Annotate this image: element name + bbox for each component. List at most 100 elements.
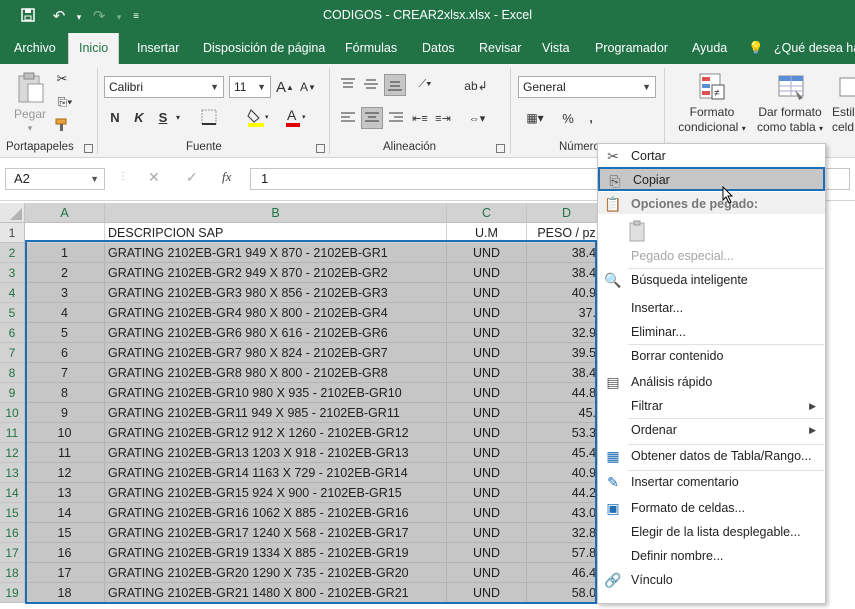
- cell-d[interactable]: 38.49: [527, 263, 607, 283]
- cell-a[interactable]: 12: [25, 463, 105, 483]
- row-header[interactable]: 17: [0, 543, 25, 563]
- percent-icon[interactable]: %: [558, 108, 578, 128]
- row-header[interactable]: 7: [0, 343, 25, 363]
- cell-a[interactable]: 18: [25, 583, 105, 603]
- tab-datos[interactable]: Datos: [412, 33, 465, 64]
- cell-b[interactable]: GRATING 2102EB-GR12 912 X 1260 - 2102EB-…: [105, 423, 447, 443]
- tab-archivo[interactable]: Archivo: [4, 33, 66, 64]
- row-header[interactable]: 5: [0, 303, 25, 323]
- cell-a[interactable]: 7: [25, 363, 105, 383]
- insert-function-icon[interactable]: fx: [222, 169, 231, 185]
- row-header[interactable]: 3: [0, 263, 25, 283]
- column-header-b[interactable]: B: [105, 203, 447, 223]
- cell-c[interactable]: UND: [447, 263, 527, 283]
- cell-d[interactable]: 44.27: [527, 483, 607, 503]
- alignment-launcher-icon[interactable]: [496, 144, 505, 153]
- row-header[interactable]: 13: [0, 463, 25, 483]
- cell-b[interactable]: GRATING 2102EB-GR4 980 X 800 - 2102EB-GR…: [105, 303, 447, 323]
- cell-c[interactable]: UND: [447, 463, 527, 483]
- column-header-a[interactable]: A: [25, 203, 105, 223]
- header-cell-b[interactable]: DESCRIPCION SAP: [105, 223, 447, 243]
- paste-dropdown-icon[interactable]: ▾: [22, 121, 38, 136]
- align-bottom-icon[interactable]: [384, 74, 406, 96]
- borders-icon[interactable]: [196, 108, 222, 126]
- cell-b[interactable]: GRATING 2102EB-GR15 924 X 900 - 2102EB-G…: [105, 483, 447, 503]
- row-header[interactable]: 14: [0, 483, 25, 503]
- drag-handle-icon[interactable]: ⋮: [118, 171, 128, 182]
- font-size-combo[interactable]: 11 ▼: [229, 76, 271, 98]
- select-all-corner[interactable]: [0, 203, 25, 223]
- conditional-format-icon[interactable]: ≠: [697, 70, 727, 104]
- merge-center-icon[interactable]: ⇔▾: [462, 108, 492, 128]
- cell-b[interactable]: GRATING 2102EB-GR13 1203 X 918 - 2102EB-…: [105, 443, 447, 463]
- bold-button[interactable]: N: [106, 108, 124, 126]
- menu-item-vínculo[interactable]: 🔗 Vínculo: [598, 568, 825, 592]
- cell-b[interactable]: GRATING 2102EB-GR7 980 X 824 - 2102EB-GR…: [105, 343, 447, 363]
- cell-b[interactable]: GRATING 2102EB-GR20 1290 X 735 - 2102EB-…: [105, 563, 447, 583]
- cell-b[interactable]: GRATING 2102EB-GR16 1062 X 885 - 2102EB-…: [105, 503, 447, 523]
- cell-a[interactable]: 1: [25, 243, 105, 263]
- menu-item-obtener-datos-de-tabla-rango[interactable]: ▦ Obtener datos de Tabla/Rango...: [598, 444, 825, 468]
- conditional-format-label[interactable]: Formato condicional ▾: [670, 105, 754, 136]
- row-header[interactable]: 8: [0, 363, 25, 383]
- cell-c[interactable]: UND: [447, 323, 527, 343]
- cell-c[interactable]: UND: [447, 523, 527, 543]
- cell-c[interactable]: UND: [447, 563, 527, 583]
- cell-a[interactable]: 4: [25, 303, 105, 323]
- clipboard-launcher-icon[interactable]: [84, 144, 93, 153]
- menu-item-paste-slot[interactable]: [598, 216, 825, 244]
- menu-item-cortar[interactable]: ✂ Cortar: [598, 144, 825, 168]
- cell-a[interactable]: 11: [25, 443, 105, 463]
- cell-d[interactable]: 45.45: [527, 443, 607, 463]
- fill-color-icon[interactable]: ▾: [244, 106, 272, 128]
- row-header[interactable]: 2: [0, 243, 25, 263]
- format-painter-icon[interactable]: [53, 116, 71, 134]
- row-header[interactable]: 10: [0, 403, 25, 423]
- grow-font-icon[interactable]: A ▲: [276, 78, 294, 96]
- cell-a[interactable]: 8: [25, 383, 105, 403]
- tab-revisar[interactable]: Revisar: [469, 33, 531, 64]
- font-launcher-icon[interactable]: [316, 144, 325, 153]
- cell-d[interactable]: 58.01: [527, 583, 607, 603]
- paste-label[interactable]: Pegar: [10, 107, 50, 122]
- menu-item-filtrar[interactable]: Filtrar ▶: [598, 394, 825, 418]
- row-header[interactable]: 11: [0, 423, 25, 443]
- italic-button[interactable]: K: [130, 108, 148, 126]
- underline-button[interactable]: S: [154, 108, 172, 126]
- cell-a[interactable]: 3: [25, 283, 105, 303]
- cell-a[interactable]: 14: [25, 503, 105, 523]
- menu-item-eliminar[interactable]: Eliminar...: [598, 320, 825, 344]
- cell-b[interactable]: GRATING 2102EB-GR17 1240 X 568 - 2102EB-…: [105, 523, 447, 543]
- lightbulb-icon[interactable]: 💡: [744, 33, 768, 64]
- menu-item-formato-de-celdas[interactable]: ▣ Formato de celdas...: [598, 496, 825, 520]
- cell-c[interactable]: UND: [447, 363, 527, 383]
- cell-d[interactable]: 53.39: [527, 423, 607, 443]
- row-header[interactable]: 18: [0, 563, 25, 583]
- cell-d[interactable]: 40.92: [527, 283, 607, 303]
- cell-b[interactable]: GRATING 2102EB-GR2 949 X 870 - 2102EB-GR…: [105, 263, 447, 283]
- format-as-table-icon[interactable]: [776, 70, 808, 104]
- font-name-combo[interactable]: Calibri ▼: [104, 76, 224, 98]
- cell-b[interactable]: GRATING 2102EB-GR6 980 X 616 - 2102EB-GR…: [105, 323, 447, 343]
- cell-d[interactable]: 57.85: [527, 543, 607, 563]
- cell-c[interactable]: UND: [447, 543, 527, 563]
- cell-a[interactable]: 15: [25, 523, 105, 543]
- tab-ayuda[interactable]: Ayuda: [682, 33, 737, 64]
- cell-d[interactable]: 37.4: [527, 303, 607, 323]
- format-as-table-label[interactable]: Dar formato como tabla ▾: [752, 105, 828, 136]
- menu-item-elegir-de-la-lista-desplegable[interactable]: Elegir de la lista desplegable...: [598, 520, 825, 544]
- header-cell-a[interactable]: [25, 223, 105, 243]
- cell-b[interactable]: GRATING 2102EB-GR1 949 X 870 - 2102EB-GR…: [105, 243, 447, 263]
- menu-item-copiar[interactable]: ⎘ Copiar: [598, 167, 825, 191]
- cell-d[interactable]: 38.41: [527, 363, 607, 383]
- align-center-icon[interactable]: [361, 107, 383, 129]
- cell-a[interactable]: 13: [25, 483, 105, 503]
- cell-c[interactable]: UND: [447, 483, 527, 503]
- row-header[interactable]: 19: [0, 583, 25, 603]
- cell-c[interactable]: UND: [447, 403, 527, 423]
- paste-icon[interactable]: [14, 70, 48, 106]
- tab-disposicion[interactable]: Disposición de página: [193, 33, 335, 64]
- cell-c[interactable]: UND: [447, 503, 527, 523]
- row-header[interactable]: 16: [0, 523, 25, 543]
- tell-me-box[interactable]: ¿Qué desea ha: [772, 33, 855, 64]
